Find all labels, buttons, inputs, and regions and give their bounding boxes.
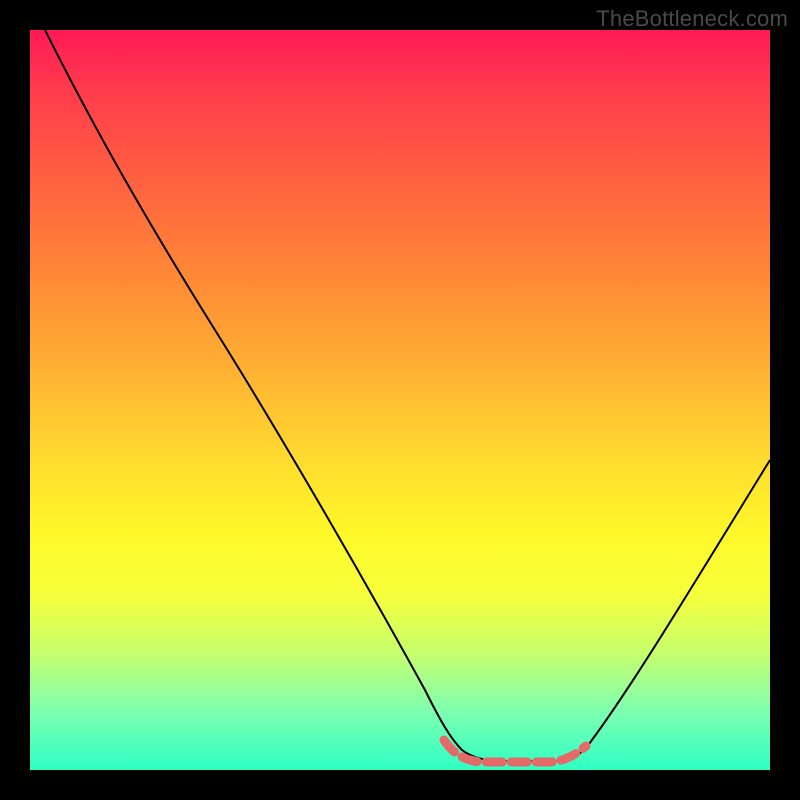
chart-plot-area: [30, 30, 770, 770]
watermark-text: TheBottleneck.com: [596, 6, 788, 32]
bottleneck-curve: [45, 30, 770, 761]
chart-frame: TheBottleneck.com: [0, 0, 800, 800]
optimal-range-marker: [444, 740, 586, 762]
chart-svg: [30, 30, 770, 770]
